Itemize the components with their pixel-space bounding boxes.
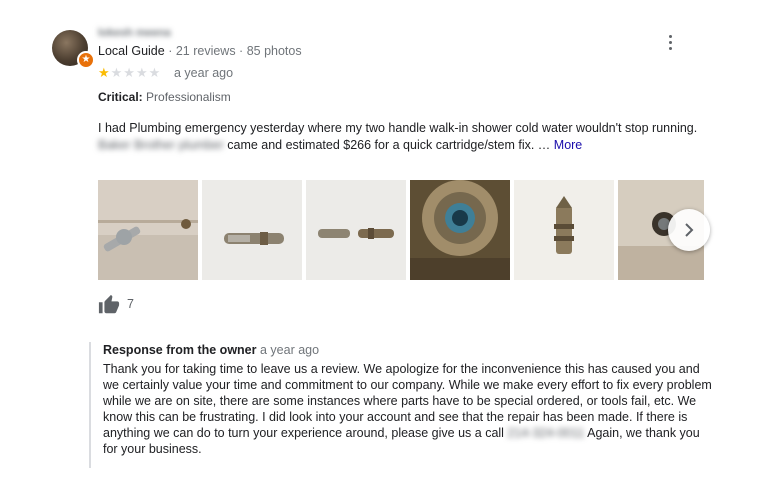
- separator: ·: [164, 44, 176, 58]
- star-filled-icon: ★: [98, 65, 111, 80]
- reviewer-name[interactable]: lokesh meena: [98, 27, 171, 39]
- chevron-right-icon: [685, 223, 694, 237]
- blurred-phone: 214-324-0011: [507, 426, 585, 440]
- owner-response-divider: [89, 342, 91, 468]
- review-text-main: I had Plumbing emergency yesterday where…: [98, 121, 698, 135]
- star-empty-icon: ★★★★: [110, 65, 162, 80]
- critical-attribute: Critical: Professionalism: [98, 90, 231, 104]
- separator: ·: [235, 44, 247, 58]
- blurred-business-name: Baker Brother plumber: [98, 138, 224, 152]
- critical-label: Critical:: [98, 90, 143, 104]
- review-photo[interactable]: [202, 180, 302, 280]
- local-guide-label: Local Guide: [98, 44, 165, 58]
- owner-response-title: Response from the owner: [103, 343, 257, 357]
- star-rating: ★★★★★: [98, 65, 161, 81]
- more-options-icon[interactable]: [660, 30, 680, 54]
- review-photo[interactable]: [514, 180, 614, 280]
- more-link[interactable]: More: [554, 138, 582, 152]
- thumbs-up-icon[interactable]: [98, 294, 120, 316]
- review-photo[interactable]: [410, 180, 510, 280]
- review-time: a year ago: [174, 66, 234, 80]
- next-photo-button[interactable]: [668, 209, 710, 251]
- owner-response-header: Response from the owner a year ago: [103, 343, 319, 357]
- owner-response-text: Thank you for taking time to leave us a …: [103, 361, 713, 457]
- review-photo[interactable]: [98, 180, 198, 280]
- review-text-cont: came and estimated $266 for a quick cart…: [223, 138, 554, 152]
- review-photo[interactable]: [306, 180, 406, 280]
- review-photos: [98, 180, 704, 280]
- review-count: 21 reviews: [175, 44, 236, 58]
- review-text: I had Plumbing emergency yesterday where…: [98, 120, 698, 154]
- like-count: 7: [127, 297, 134, 311]
- owner-response-time: a year ago: [259, 343, 320, 357]
- local-guide-badge-icon: ★: [77, 51, 95, 69]
- critical-value: Professionalism: [146, 90, 231, 104]
- reviewer-stats: Local Guide · 21 reviews · 85 photos: [98, 44, 302, 58]
- photo-count: 85 photos: [246, 44, 302, 58]
